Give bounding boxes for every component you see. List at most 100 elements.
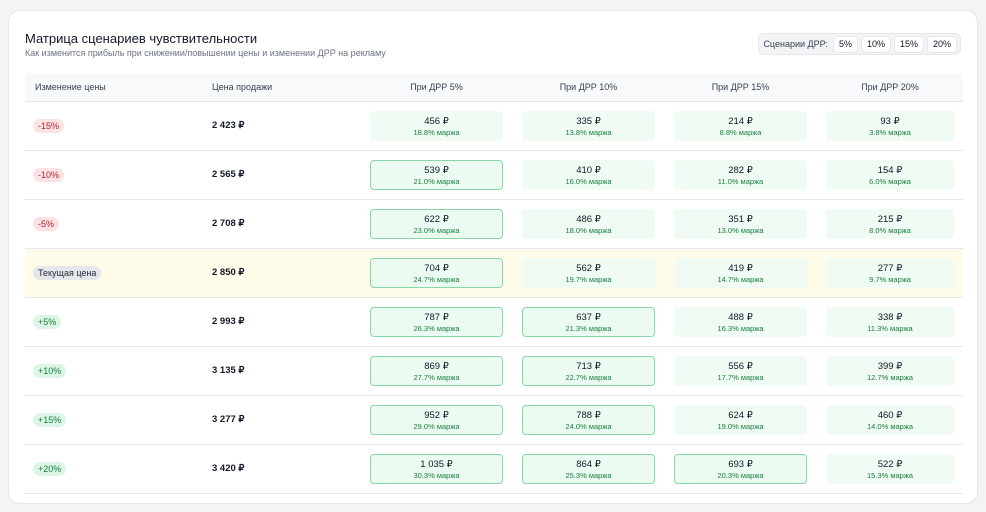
profit-cell: 556 ₽17.7% маржа xyxy=(674,356,807,386)
scenario-5-button[interactable]: 5% xyxy=(832,35,858,53)
profit-value: 410 ₽ xyxy=(576,165,601,176)
profit-cell: 622 ₽23.0% маржа xyxy=(370,209,503,239)
margin-value: 26.3% маржа xyxy=(413,324,460,333)
profit-cell: 154 ₽6.0% маржа xyxy=(826,160,954,190)
sensitivity-table: Изменение цены Цена продажи При ДРР 5% П… xyxy=(25,73,963,494)
profit-cell: 539 ₽21.0% маржа xyxy=(370,160,503,190)
margin-value: 6.0% маржа xyxy=(869,177,911,186)
profit-value: 214 ₽ xyxy=(728,116,753,127)
profit-value: 624 ₽ xyxy=(728,410,753,421)
scenario-15-button[interactable]: 15% xyxy=(893,35,924,53)
scenario-20-button[interactable]: 20% xyxy=(926,35,957,53)
margin-value: 11.3% маржа xyxy=(867,324,913,333)
table-row: +5% 2 993 ₽ 787 ₽26.3% маржа 637 ₽21.3% мар… xyxy=(25,298,963,347)
profit-cell: 214 ₽8.8% маржа xyxy=(674,111,807,141)
margin-value: 20.3% маржа xyxy=(717,471,764,480)
price-change-badge: -5% xyxy=(33,217,60,231)
header-drr-5: При ДРР 5% xyxy=(410,82,463,92)
profit-cell: 419 ₽14.7% маржа xyxy=(674,258,807,288)
profit-value: 556 ₽ xyxy=(728,361,753,372)
margin-value: 18.8% маржа xyxy=(413,128,460,137)
price-change-badge: -10% xyxy=(33,168,65,182)
margin-value: 14.0% маржа xyxy=(866,422,914,431)
margin-value: 15.3% маржа xyxy=(866,471,914,480)
table-body: -15% 2 423 ₽ 456 ₽18.8% маржа 335 ₽13.8% ма… xyxy=(25,102,963,494)
header-drr-10: При ДРР 10% xyxy=(559,82,618,92)
margin-value: 13.0% маржа xyxy=(717,226,764,235)
profit-value: 215 ₽ xyxy=(877,214,903,225)
margin-value: 8.0% маржа xyxy=(869,226,911,235)
profit-value: 787 ₽ xyxy=(424,312,449,323)
page-subtitle: Как изменится прибыль при снижении/повыш… xyxy=(25,48,386,58)
margin-value: 13.8% маржа xyxy=(565,128,612,137)
table-row: -5% 2 708 ₽ 622 ₽23.0% маржа 486 ₽18.0% мар… xyxy=(25,200,963,249)
margin-value: 12.7% маржа xyxy=(866,373,914,382)
margin-value: 24.7% маржа xyxy=(413,275,460,284)
profit-value: 622 ₽ xyxy=(424,214,449,225)
table-row: +15% 3 277 ₽ 952 ₽29.0% маржа 788 ₽24.0% ма… xyxy=(25,396,963,445)
margin-value: 29.0% маржа xyxy=(413,422,460,431)
profit-cell: 93 ₽3.8% маржа xyxy=(826,111,954,141)
profit-cell: 788 ₽24.0% маржа xyxy=(522,405,655,435)
profit-cell: 486 ₽18.0% маржа xyxy=(522,209,655,239)
table-row: -10% 2 565 ₽ 539 ₽21.0% маржа 410 ₽16.0% ма… xyxy=(25,151,963,200)
profit-cell: 952 ₽29.0% маржа xyxy=(370,405,503,435)
profit-cell: 704 ₽24.7% маржа xyxy=(370,258,503,288)
profit-value: 864 ₽ xyxy=(576,459,601,470)
margin-value: 25.3% маржа xyxy=(565,471,612,480)
profit-cell: 456 ₽18.8% маржа xyxy=(370,111,503,141)
profit-cell: 522 ₽15.3% маржа xyxy=(826,454,954,484)
profit-value: 788 ₽ xyxy=(576,410,601,421)
margin-value: 21.3% маржа xyxy=(565,324,612,333)
profit-cell: 338 ₽11.3% маржа xyxy=(826,307,954,337)
profit-value: 277 ₽ xyxy=(877,263,903,274)
margin-value: 11.0% маржа xyxy=(717,177,764,186)
margin-value: 18.0% маржа xyxy=(565,226,612,235)
profit-cell: 1 035 ₽30.3% маржа xyxy=(370,454,503,484)
margin-value: 24.0% маржа xyxy=(565,422,612,431)
drr-scenario-selector: Сценарии ДРР: 5% 10% 15% 20% xyxy=(758,33,961,55)
profit-value: 539 ₽ xyxy=(424,165,449,176)
profit-cell: 693 ₽20.3% маржа xyxy=(674,454,807,484)
profit-value: 93 ₽ xyxy=(880,116,900,127)
margin-value: 22.7% маржа xyxy=(565,373,612,382)
price-change-badge: +15% xyxy=(33,413,67,427)
profit-cell: 624 ₽19.0% маржа xyxy=(674,405,807,435)
profit-value: 399 ₽ xyxy=(877,361,903,372)
price-change-badge: +10% xyxy=(33,364,67,378)
margin-value: 21.0% маржа xyxy=(413,177,460,186)
profit-value: 154 ₽ xyxy=(877,165,903,176)
profit-cell: 713 ₽22.7% маржа xyxy=(522,356,655,386)
margin-value: 19.0% маржа xyxy=(717,422,764,431)
profit-value: 704 ₽ xyxy=(424,263,449,274)
margin-value: 9.7% маржа xyxy=(869,275,911,284)
profit-value: 562 ₽ xyxy=(576,263,601,274)
profit-cell: 869 ₽27.7% маржа xyxy=(370,356,503,386)
margin-value: 16.0% маржа xyxy=(565,177,612,186)
drr-scenario-label: Сценарии ДРР: xyxy=(763,39,828,49)
margin-value: 23.0% маржа xyxy=(413,226,460,235)
sale-price: 3 135 ₽ xyxy=(212,365,245,376)
table-row: +20% 3 420 ₽ 1 035 ₽30.3% маржа 864 ₽25.3% … xyxy=(25,445,963,494)
profit-value: 486 ₽ xyxy=(576,214,601,225)
margin-value: 27.7% маржа xyxy=(413,373,460,382)
profit-cell: 410 ₽16.0% маржа xyxy=(522,160,655,190)
price-change-badge: -15% xyxy=(33,119,65,133)
page-title: Матрица сценариев чувствительности xyxy=(25,31,258,46)
scenario-10-button[interactable]: 10% xyxy=(860,35,891,53)
profit-value: 460 ₽ xyxy=(877,410,903,421)
profit-value: 338 ₽ xyxy=(877,312,903,323)
profit-cell: 864 ₽25.3% маржа xyxy=(522,454,655,484)
profit-cell: 562 ₽19.7% маржа xyxy=(522,258,655,288)
profit-value: 952 ₽ xyxy=(424,410,449,421)
profit-value: 1 035 ₽ xyxy=(420,459,453,470)
profit-cell: 787 ₽26.3% маржа xyxy=(370,307,503,337)
profit-value: 713 ₽ xyxy=(576,361,601,372)
profit-cell: 215 ₽8.0% маржа xyxy=(826,209,954,239)
margin-value: 3.8% маржа xyxy=(869,128,911,137)
sale-price: 3 277 ₽ xyxy=(212,414,245,425)
margin-value: 16.3% маржа xyxy=(717,324,764,333)
profit-value: 522 ₽ xyxy=(877,459,903,470)
sensitivity-matrix-card: Матрица сценариев чувствительности Как и… xyxy=(8,10,978,504)
profit-cell: 637 ₽21.3% маржа xyxy=(522,307,655,337)
